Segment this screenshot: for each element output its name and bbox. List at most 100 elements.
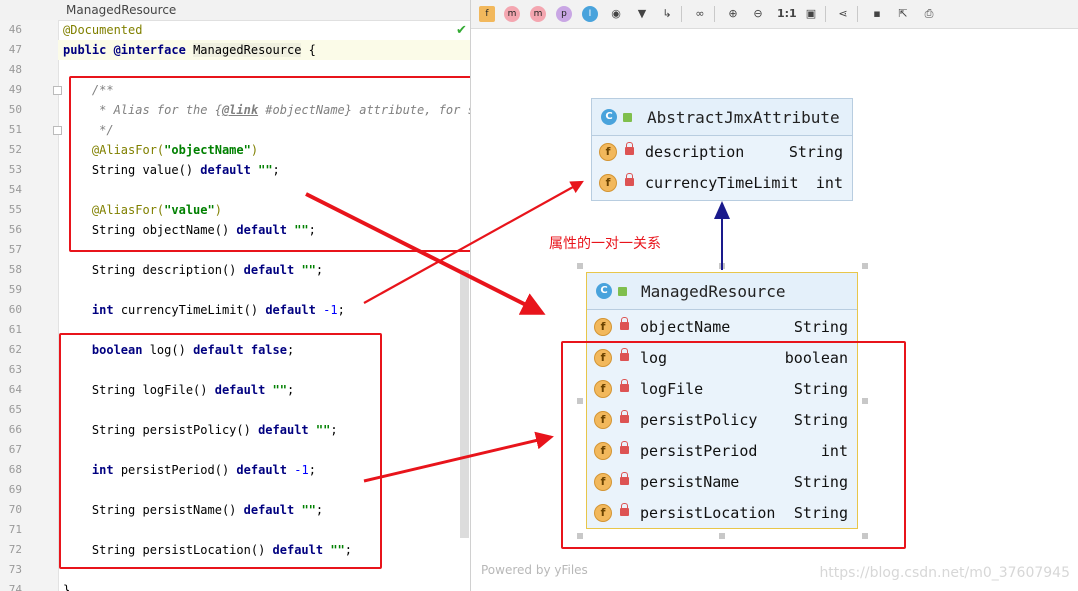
field-name: description (645, 143, 745, 161)
line-number: 60 (8, 303, 22, 316)
watermark: https://blog.csdn.net/m0_37607945 (819, 565, 1070, 581)
code-token: default (265, 303, 316, 317)
visibility-icon (618, 287, 627, 296)
field-name: objectName (640, 318, 731, 336)
selection-handle[interactable] (719, 263, 725, 269)
class-name: AbstractJmxAttribute (647, 108, 840, 127)
methods-filter-icon[interactable]: m (530, 6, 546, 22)
line-number: 51 (8, 123, 22, 136)
toolbar-separator (857, 6, 858, 22)
code-line: @Documented (63, 20, 142, 40)
editor-tab-bar: ManagedResource (0, 0, 470, 21)
diagram-toolbar: f m m p I ◉ ▼ ↳ ∞ ⊕ ⊖ 1:1 ▣ ⋖ ▪ ⇱ ⎙ (471, 0, 1078, 29)
line-number: 63 (8, 363, 22, 376)
code-token: ManagedResource (193, 43, 302, 57)
field-icon: f (594, 318, 612, 336)
selection-handle[interactable] (577, 263, 583, 269)
eye-icon[interactable]: ◉ (608, 6, 624, 22)
fold-toggle-icon[interactable] (53, 126, 62, 135)
code-line: int currencyTimeLimit() default -1; (63, 300, 345, 320)
code-token: public (63, 43, 114, 57)
relation-label: 属性的一对一关系 (549, 236, 661, 252)
line-number: 65 (8, 403, 22, 416)
edge-routing-icon[interactable]: ↳ (659, 6, 675, 22)
code-token: } (63, 583, 71, 591)
code-token: int (91, 303, 114, 317)
code-token: @interface (113, 43, 186, 57)
code-token: { (301, 43, 316, 57)
code-line: public @interface ManagedResource { (63, 40, 316, 60)
check-icon: ✔ (456, 23, 467, 38)
class-node-header: C AbstractJmxAttribute (592, 99, 852, 136)
annotation-box-persist-attributes (59, 333, 382, 569)
save-icon[interactable]: ▪ (869, 6, 885, 22)
line-number: 73 (8, 563, 22, 576)
layout-icon[interactable]: ⋖ (835, 6, 851, 22)
code-token: ; (337, 303, 345, 317)
lock-icon (620, 317, 629, 330)
line-number-gutter: 46 47 48 49 50 51 52 53 54 55 56 57 58 59 60 61 62 63 64 65… (0, 20, 62, 591)
line-number: 49 (8, 83, 22, 96)
class-node-abstract-jmx-attribute[interactable]: C AbstractJmxAttribute f description Strin… (591, 98, 853, 201)
line-number: 47 (8, 43, 22, 56)
field-row[interactable]: f objectName String (587, 312, 857, 343)
code-token: String description() (63, 263, 244, 277)
fields-filter-icon[interactable]: f (479, 6, 495, 22)
lock-icon (625, 142, 634, 155)
line-number: 62 (8, 343, 22, 356)
line-number: 48 (8, 63, 22, 76)
class-icon: C (596, 283, 612, 299)
print-icon[interactable]: ⎙ (921, 6, 937, 22)
actual-size-button[interactable]: 1:1 (777, 6, 797, 22)
line-number: 70 (8, 503, 22, 516)
line-number: 58 (8, 263, 22, 276)
line-number: 53 (8, 163, 22, 176)
lock-icon (625, 173, 634, 186)
line-number: 54 (8, 183, 22, 196)
code-editor[interactable]: ManagedResource 46 47 48 49 50 51 52 53 54 55 56 57… (0, 0, 471, 591)
fit-content-icon[interactable]: ▣ (803, 6, 819, 22)
uml-diagram-panel[interactable]: f m m p I ◉ ▼ ↳ ∞ ⊕ ⊖ 1:1 ▣ ⋖ ▪ ⇱ ⎙ C Ab… (471, 0, 1078, 591)
inner-classes-filter-icon[interactable]: I (582, 6, 598, 22)
line-number: 68 (8, 463, 22, 476)
field-row[interactable]: f currencyTimeLimit int (592, 168, 852, 199)
line-number: 59 (8, 283, 22, 296)
line-number: 67 (8, 443, 22, 456)
editor-file-title: ManagedResource (66, 3, 177, 17)
fold-toggle-icon[interactable] (53, 86, 62, 95)
line-number: 61 (8, 323, 22, 336)
line-number: 52 (8, 143, 22, 156)
code-token: currencyTimeLimit() (113, 303, 266, 317)
class-node-header: C ManagedResource (587, 273, 857, 310)
line-number: 50 (8, 103, 22, 116)
field-name: currencyTimeLimit (645, 174, 799, 192)
line-number: 74 (8, 583, 22, 591)
line-number: 46 (8, 23, 22, 36)
constructors-filter-icon[interactable]: m (504, 6, 520, 22)
code-token: ; (315, 263, 324, 277)
filter-icon[interactable]: ▼ (634, 6, 650, 22)
export-icon[interactable]: ⇱ (895, 6, 911, 22)
field-type: String (788, 143, 843, 161)
selection-handle[interactable] (862, 263, 868, 269)
toolbar-separator (825, 6, 826, 22)
code-token: @Documented (63, 23, 143, 37)
zoom-out-icon[interactable]: ⊖ (750, 6, 766, 22)
code-token: "" (301, 263, 316, 277)
field-row[interactable]: f description String (592, 137, 852, 168)
line-number: 71 (8, 523, 22, 536)
link-icon[interactable]: ∞ (692, 6, 708, 22)
powered-by-label: Powered by yFiles (481, 563, 588, 577)
field-type: String (793, 318, 848, 336)
properties-filter-icon[interactable]: p (556, 6, 572, 22)
field-icon: f (599, 174, 617, 192)
zoom-in-icon[interactable]: ⊕ (725, 6, 741, 22)
toolbar-separator (681, 6, 682, 22)
code-token: -1 (323, 303, 338, 317)
line-number: 55 (8, 203, 22, 216)
visibility-icon (623, 113, 632, 122)
editor-scrollbar[interactable] (460, 270, 469, 538)
code-token: default (243, 263, 295, 277)
